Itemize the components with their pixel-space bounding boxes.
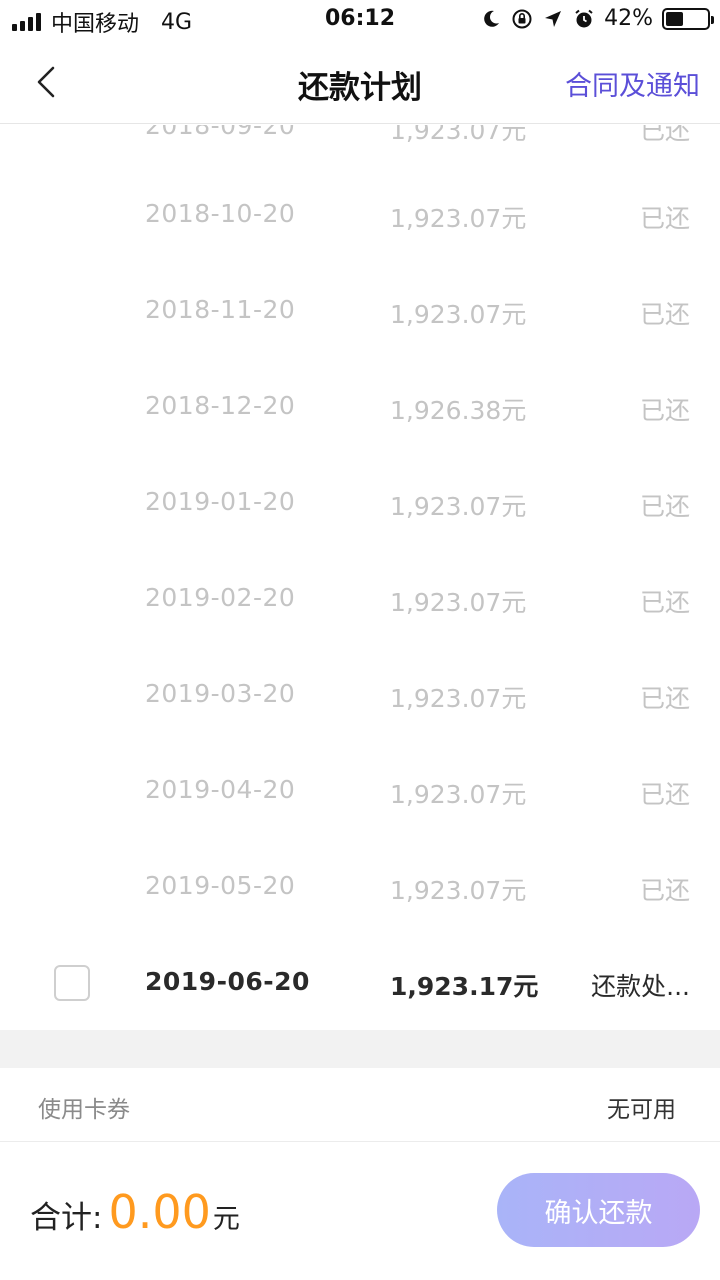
back-button[interactable]	[22, 58, 70, 106]
battery-cap	[711, 15, 714, 24]
rotation-lock-icon	[511, 8, 533, 30]
row-amount: 1,923.07元	[390, 780, 527, 809]
location-arrow-icon	[542, 8, 564, 30]
chevron-left-icon	[37, 66, 55, 98]
total-unit: 元	[212, 1204, 240, 1235]
row-date: 2019-04-20	[145, 775, 296, 804]
schedule-row: 2019-01-20 1,923.07元 已还	[0, 455, 720, 551]
row-status: 还款处...	[591, 972, 690, 1001]
row-date: 2019-02-20	[145, 583, 296, 612]
row-status: 已还	[639, 204, 690, 233]
row-status: 已还	[639, 396, 690, 425]
select-checkbox[interactable]	[54, 965, 90, 1001]
schedule-row: 2018-11-20 1,923.07元 已还	[0, 263, 720, 359]
row-amount: 1,926.38元	[390, 396, 527, 425]
schedule-row: 2019-05-20 1,923.07元 已还	[0, 839, 720, 935]
row-amount: 1,923.17元	[390, 972, 539, 1001]
row-date: 2018-10-20	[145, 199, 296, 228]
row-date: 2019-06-20	[145, 967, 310, 996]
coupon-value: 无可用	[607, 1097, 676, 1123]
schedule-row: 2018-10-20 1,923.07元 已还	[0, 167, 720, 263]
row-date: 2018-12-20	[145, 391, 296, 420]
row-amount: 1,923.07元	[390, 204, 527, 233]
total-label: 合计:	[30, 1200, 103, 1236]
coupon-row[interactable]: 使用卡券 无可用	[0, 1068, 720, 1142]
moon-icon	[480, 8, 502, 30]
schedule-row-current[interactable]: 2019-06-20 1,923.17元 还款处...	[0, 935, 720, 1030]
row-status: 已还	[639, 588, 690, 617]
repayment-schedule-list[interactable]: 2018-09-20 1,923.07元 已还 2018-10-20 1,923…	[0, 125, 720, 1030]
row-status: 已还	[639, 684, 690, 713]
row-date: 2019-05-20	[145, 871, 296, 900]
row-amount: 1,923.07元	[390, 300, 527, 329]
row-date: 2019-03-20	[145, 679, 296, 708]
battery-percent: 42%	[604, 6, 653, 31]
total-summary: 合计: 0.00 元	[30, 1185, 240, 1239]
battery-icon	[662, 7, 714, 30]
row-amount: 1,923.07元	[390, 492, 527, 521]
row-status: 已还	[639, 125, 690, 145]
row-date: 2018-09-20	[145, 125, 296, 140]
row-status: 已还	[639, 780, 690, 809]
schedule-row: 2019-04-20 1,923.07元 已还	[0, 743, 720, 839]
confirm-repayment-button[interactable]: 确认还款	[497, 1173, 700, 1247]
total-amount: 0.00	[108, 1185, 211, 1239]
alarm-clock-icon	[573, 8, 595, 30]
nav-bar: 还款计划 合同及通知	[0, 40, 720, 124]
row-date: 2018-11-20	[145, 295, 296, 324]
status-bar: 中国移动 4G 06:12 42%	[0, 0, 720, 40]
contract-notice-link[interactable]: 合同及通知	[565, 64, 700, 103]
battery-level	[666, 11, 683, 26]
row-status: 已还	[639, 300, 690, 329]
section-divider	[0, 1030, 720, 1068]
coupon-label: 使用卡券	[38, 1097, 130, 1123]
schedule-row: 2019-02-20 1,923.07元 已还	[0, 551, 720, 647]
row-amount: 1,923.07元	[390, 876, 527, 905]
row-status: 已还	[639, 876, 690, 905]
schedule-row: 2018-12-20 1,926.38元 已还	[0, 359, 720, 455]
schedule-row: 2019-03-20 1,923.07元 已还	[0, 647, 720, 743]
status-bar-right: 42%	[480, 6, 714, 31]
footer-bar: 合计: 0.00 元 确认还款	[0, 1143, 720, 1280]
row-date: 2019-01-20	[145, 487, 296, 516]
row-amount: 1,923.07元	[390, 684, 527, 713]
row-status: 已还	[639, 492, 690, 521]
row-amount: 1,923.07元	[390, 125, 527, 145]
row-amount: 1,923.07元	[390, 588, 527, 617]
